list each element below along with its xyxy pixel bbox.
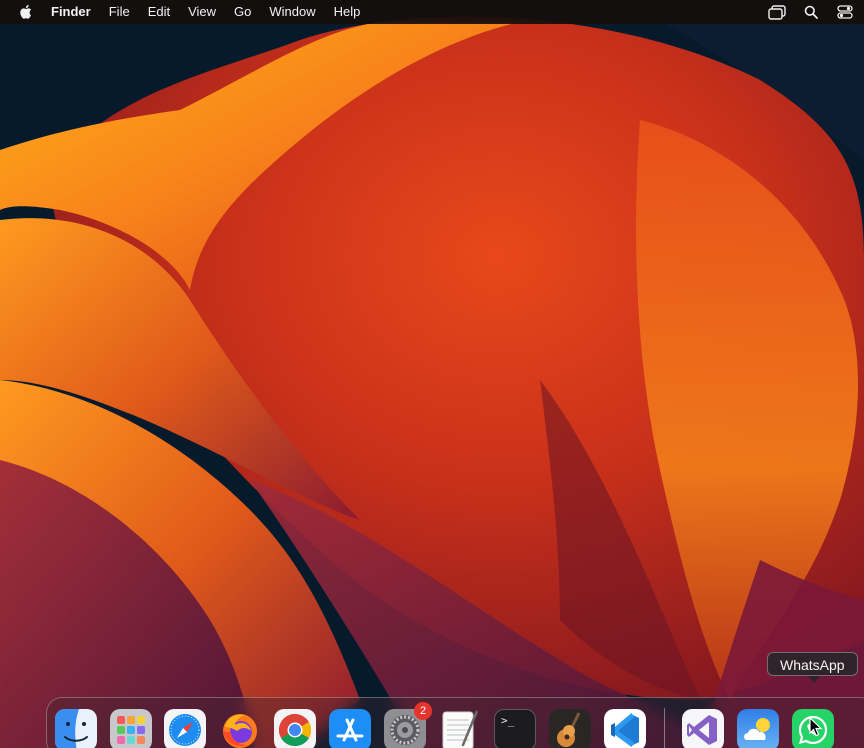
menu-bar-status-area	[754, 0, 856, 24]
vscode-icon[interactable]	[604, 709, 646, 748]
terminal-icon[interactable]: >_	[494, 709, 536, 748]
garageband-icon[interactable]	[549, 709, 591, 748]
control-center-icon[interactable]	[834, 2, 856, 22]
menu-window[interactable]: Window	[269, 0, 315, 24]
menu-go[interactable]: Go	[234, 0, 251, 24]
menu-app-name[interactable]: Finder	[51, 0, 91, 24]
wallpaper	[0, 0, 864, 748]
weather-icon[interactable]	[737, 709, 779, 748]
apple-menu-icon[interactable]	[18, 4, 32, 20]
notification-badge: 2	[414, 702, 432, 720]
menu-view[interactable]: View	[188, 0, 216, 24]
textedit-icon[interactable]	[439, 709, 481, 748]
menu-help[interactable]: Help	[334, 0, 361, 24]
safari-icon[interactable]	[164, 709, 206, 748]
menu-file[interactable]: File	[109, 0, 130, 24]
firefox-icon[interactable]	[219, 709, 261, 748]
screen-mirroring-icon[interactable]	[766, 2, 788, 22]
terminal-prompt: >_	[501, 714, 515, 727]
dock-tooltip-arrow	[808, 676, 820, 683]
desktop[interactable]: Finder File Edit View Go Window Help Wha…	[0, 0, 864, 748]
search-icon[interactable]	[800, 2, 822, 22]
menu-bar: Finder File Edit View Go Window Help	[0, 0, 864, 24]
finder-icon[interactable]	[55, 709, 97, 748]
menu-edit[interactable]: Edit	[148, 0, 170, 24]
dock-tooltip: WhatsApp	[767, 652, 858, 676]
app-store-icon[interactable]	[329, 709, 371, 748]
chrome-icon[interactable]	[274, 709, 316, 748]
visual-studio-icon[interactable]	[682, 709, 724, 748]
dock-separator	[664, 708, 665, 748]
launchpad-icon[interactable]	[110, 709, 152, 748]
mouse-cursor-icon	[809, 717, 823, 737]
